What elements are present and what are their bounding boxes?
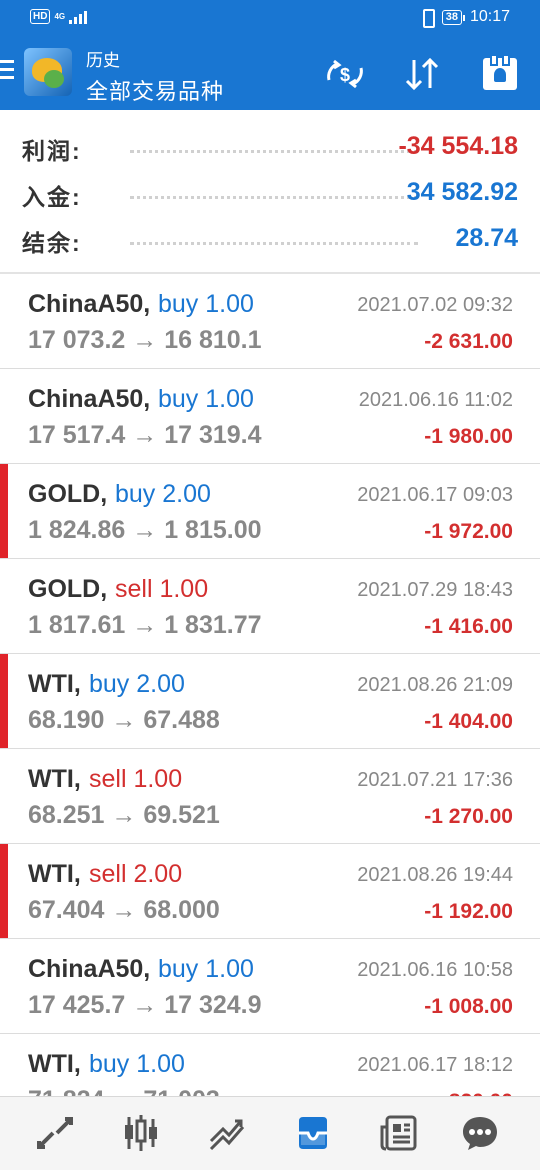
trade-time: 2021.07.21 17:36: [357, 769, 513, 791]
svg-text:$: $: [340, 65, 350, 85]
trade-row[interactable]: ChinaA50, buy 1.00 17 517.4 → 17 319.4 2021…: [0, 369, 540, 464]
status-left: HD 4G: [30, 9, 88, 24]
trade-symbol: WTI,: [28, 1050, 81, 1078]
trade-list[interactable]: ChinaA50, buy 1.00 17 073.2 → 16 810.1 2021…: [0, 274, 540, 1096]
trade-side: buy 1.00: [158, 955, 254, 983]
deposit-value: 34 582.92: [406, 178, 518, 206]
profit-label: 利润:: [22, 138, 82, 164]
news-icon[interactable]: [377, 1111, 421, 1155]
trade-profit: -1 270.00: [424, 805, 513, 828]
trade-side: buy 2.00: [115, 480, 211, 508]
balance-row: 结余: 28.74: [22, 224, 518, 258]
trade-prices: 17 425.7 → 17 324.9: [28, 991, 262, 1019]
trade-profit: -2 631.00: [424, 330, 513, 353]
trade-side: buy 2.00: [89, 670, 185, 698]
trade-side: buy 1.00: [89, 1050, 185, 1078]
trade-time: 2021.06.17 09:03: [357, 484, 513, 506]
status-right: 38 10:17: [420, 8, 510, 28]
clock: 10:17: [469, 8, 510, 25]
trade-time: 2021.07.29 18:43: [357, 579, 513, 601]
trade-prices: 17 517.4 → 17 319.4: [28, 421, 262, 449]
trade-prices: 71.824 → 71.003: [28, 1086, 220, 1096]
trade-side: sell 2.00: [89, 860, 183, 888]
trade-time: 2021.06.16 10:58: [357, 959, 513, 981]
trade-time: 2021.08.26 21:09: [357, 674, 513, 696]
network-type: 4G: [54, 11, 66, 21]
balance-value: 28.74: [455, 224, 518, 252]
trade-row[interactable]: WTI, buy 1.00 71.824 → 71.003 2021.06.17 18…: [0, 1034, 540, 1096]
chat-icon[interactable]: [458, 1111, 502, 1155]
trade-time: 2021.06.16 11:02: [358, 389, 513, 411]
deposit-label: 入金:: [22, 184, 82, 210]
dotted-leader: [130, 150, 418, 153]
trade-symbol: ChinaA50,: [28, 955, 151, 983]
trade-profit: -1 404.00: [424, 710, 513, 733]
vibrate-icon: [420, 8, 435, 28]
status-bar: HD 4G 38 10:17: [0, 0, 540, 36]
trade-profit: -1 980.00: [424, 425, 513, 448]
trade-symbol: ChinaA50,: [28, 290, 151, 318]
balance-label: 结余:: [22, 230, 82, 256]
calendar-icon[interactable]: [478, 54, 522, 94]
trade-side: buy 1.00: [158, 290, 254, 318]
history-icon[interactable]: [291, 1111, 335, 1155]
trade-row[interactable]: ChinaA50, buy 1.00 17 425.7 → 17 324.9 2021…: [0, 939, 540, 1034]
app-logo[interactable]: [24, 48, 72, 96]
trade-profit: -1 416.00: [424, 615, 513, 638]
app-bar: 历史 全部交易品种 $: [0, 36, 540, 110]
trade-symbol: WTI,: [28, 860, 81, 888]
trade-profit: -1 972.00: [424, 520, 513, 543]
trade-row[interactable]: WTI, sell 2.00 67.404 → 68.000 2021.08.26 1…: [0, 844, 540, 939]
page-subtitle: 历史: [86, 51, 120, 70]
deposit-row: 入金: 34 582.92: [22, 178, 518, 212]
page-title[interactable]: 全部交易品种: [86, 74, 224, 106]
trade-symbol: WTI,: [28, 765, 81, 793]
currency-exchange-icon[interactable]: $: [323, 54, 367, 94]
trade-row[interactable]: ChinaA50, buy 1.00 17 073.2 → 16 810.1 2021…: [0, 274, 540, 369]
profit-value: -34 554.18: [398, 132, 518, 160]
trade-symbol: ChinaA50,: [28, 385, 151, 413]
chart-icon[interactable]: [119, 1111, 163, 1155]
trade-row[interactable]: GOLD, sell 1.00 1 817.61 → 1 831.77 2021.07…: [0, 559, 540, 654]
dotted-leader: [130, 242, 418, 245]
trade-prices: 68.190 → 67.488: [28, 706, 220, 734]
quotes-icon[interactable]: [33, 1111, 77, 1155]
trade-time: 2021.08.26 19:44: [357, 864, 513, 886]
trade-profit: -1 008.00: [424, 995, 513, 1018]
trade-prices: 67.404 → 68.000: [28, 896, 220, 924]
trade-symbol: WTI,: [28, 670, 81, 698]
trade-prices: 17 073.2 → 16 810.1: [28, 326, 262, 354]
bottom-nav: [0, 1096, 540, 1170]
trade-symbol: GOLD,: [28, 480, 108, 508]
hd-indicator: HD: [30, 9, 51, 24]
trade-side: sell 1.00: [115, 575, 209, 603]
trade-symbol: GOLD,: [28, 575, 108, 603]
trade-time: 2021.07.02 09:32: [357, 294, 513, 316]
menu-icon[interactable]: [0, 60, 14, 86]
trade-prices: 1 817.61 → 1 831.77: [28, 611, 262, 639]
profit-row: 利润: -34 554.18: [22, 132, 518, 166]
trade-icon[interactable]: [205, 1111, 249, 1155]
trade-side: sell 1.00: [89, 765, 183, 793]
trade-side: buy 1.00: [158, 385, 254, 413]
sort-icon[interactable]: [400, 54, 444, 94]
signal-icon: [69, 10, 88, 24]
dotted-leader: [130, 196, 418, 199]
summary-panel: 利润: -34 554.18 入金: 34 582.92 结余: 28.74: [0, 110, 540, 273]
trade-prices: 68.251 → 69.521: [28, 801, 220, 829]
battery-indicator: 38: [441, 9, 466, 25]
trade-time: 2021.06.17 18:12: [357, 1054, 513, 1076]
trade-row[interactable]: WTI, sell 1.00 68.251 → 69.521 2021.07.21 1…: [0, 749, 540, 844]
trade-row[interactable]: GOLD, buy 2.00 1 824.86 → 1 815.00 2021.06.…: [0, 464, 540, 559]
trade-row[interactable]: WTI, buy 2.00 68.190 → 67.488 2021.08.26 21…: [0, 654, 540, 749]
trade-profit: -1 192.00: [424, 900, 513, 923]
trade-prices: 1 824.86 → 1 815.00: [28, 516, 262, 544]
